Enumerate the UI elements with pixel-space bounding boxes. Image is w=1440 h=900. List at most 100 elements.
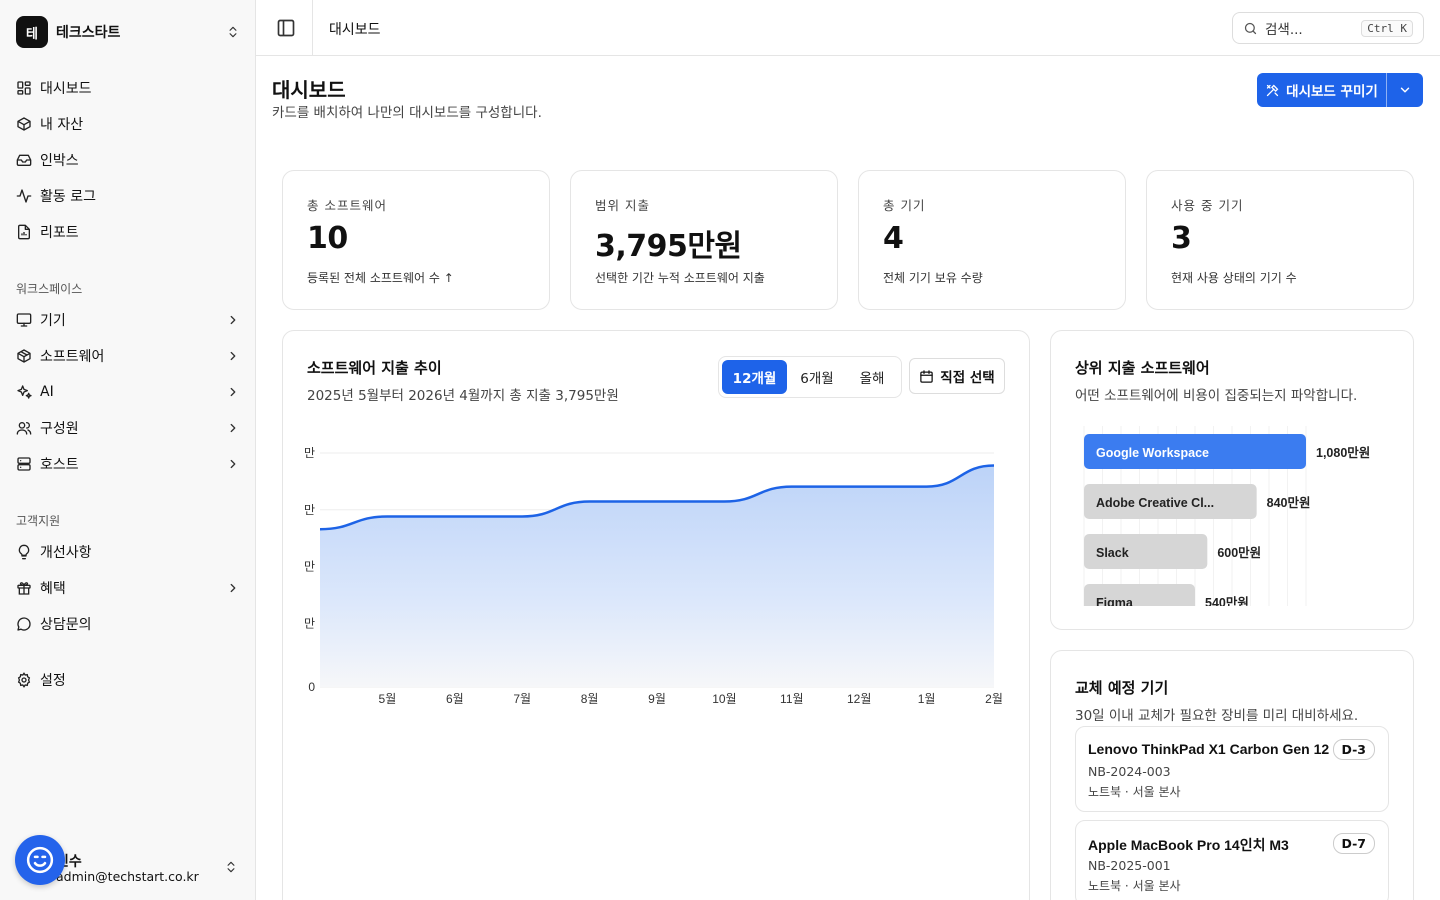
support-chat-button[interactable] — [15, 835, 65, 885]
server-icon — [17, 457, 31, 471]
topbar: 대시보드 검색... Ctrl K — [256, 0, 1440, 56]
stat-card-total-devices: 총 기기 4 전체 기기 보유 수량 — [858, 170, 1126, 310]
nav-item-label: 리포트 — [40, 225, 79, 241]
dday-badge: D-3 — [1332, 739, 1375, 760]
chevron-right-icon — [230, 387, 236, 397]
customize-dashboard-button-group: 대시보드 꾸미기 — [1257, 73, 1423, 107]
nav-item-hosts[interactable]: 호스트 — [8, 448, 248, 480]
x-tick-label: 5월 — [379, 692, 397, 706]
y-tick-label: 만 — [304, 503, 315, 517]
bar-value-label: 600만원 — [1217, 545, 1261, 560]
chevron-down-icon — [1400, 87, 1410, 93]
nav-item-label: 설정 — [40, 673, 66, 689]
stat-desc: 전체 기기 보유 수량 — [883, 271, 983, 285]
nav-item-benefits[interactable]: 혜택 — [8, 572, 248, 604]
nav-item-label: 호스트 — [40, 457, 79, 473]
bar-value-label: 1,080만원 — [1316, 445, 1370, 460]
search-placeholder: 검색... — [1265, 22, 1303, 38]
stat-value: 3 — [1171, 221, 1192, 256]
nav-item-consultation[interactable]: 상담문의 — [8, 608, 248, 640]
device-card[interactable]: Apple MacBook Pro 14인치 M3 NB-2025-001 노트… — [1075, 820, 1389, 900]
stat-card-range-spend: 범위 지출 3,795만원 선택한 기간 누적 소프트웨어 지출 — [570, 170, 838, 310]
customize-dashboard-button[interactable]: 대시보드 꾸미기 — [1257, 73, 1387, 107]
bars: Google Workspace 1,080만원 Adobe Creative Cl… — [1083, 426, 1370, 610]
breadcrumb: 대시보드 — [329, 22, 381, 38]
lightbulb-icon — [18, 544, 30, 560]
nav-item-ai[interactable]: AI — [8, 376, 248, 408]
x-tick-label: 1월 — [918, 692, 936, 706]
stat-card-active-devices: 사용 중 기기 3 현재 사용 상태의 기기 수 — [1146, 170, 1414, 310]
org-logo: 테 — [16, 16, 48, 48]
nav-item-members[interactable]: 구성원 — [8, 412, 248, 444]
spend-trend-panel: 소프트웨어 지출 추이 2025년 5월부터 2026년 4월까지 총 지출 3… — [282, 330, 1030, 900]
nav-item-devices[interactable]: 기기 — [8, 304, 248, 336]
device-code: NB-2024-003 — [1088, 764, 1171, 779]
nav-item-report[interactable]: 리포트 — [8, 216, 248, 248]
customize-label: 대시보드 꾸미기 — [1286, 84, 1378, 100]
report-icon — [18, 224, 30, 240]
stat-label: 총 소프트웨어 — [307, 198, 387, 213]
org-name: 테크스타트 — [56, 25, 121, 41]
sidebar-toggle-icon[interactable] — [276, 18, 296, 38]
panel-subtitle: 30일 이내 교체가 필요한 장비를 미리 대비하세요. — [1075, 708, 1359, 724]
nav-item-inbox[interactable]: 인박스 — [8, 144, 248, 176]
nav-item-label: 내 자산 — [40, 117, 84, 133]
nav-item-label: 구성원 — [40, 421, 79, 437]
nav-item-label: 대시보드 — [40, 81, 92, 97]
nav-item-label: 상담문의 — [40, 617, 92, 633]
nav-item-label: 기기 — [40, 313, 66, 329]
sidebar: 테 테크스타트 대시보드 내 자산 인박스 활동 로그 리포트 워크스페이스 기… — [0, 0, 256, 900]
device-meta: 노트북 · 서울 본사 — [1088, 785, 1181, 799]
chevrons-up-down-icon — [229, 26, 237, 38]
device-meta: 노트북 · 서울 본사 — [1088, 879, 1181, 893]
smile-icon — [26, 846, 54, 874]
nav-item-software[interactable]: 소프트웨어 — [8, 340, 248, 372]
activity-icon — [16, 189, 32, 203]
device-card[interactable]: Lenovo ThinkPad X1 Carbon Gen 12 NB-2024… — [1075, 726, 1389, 812]
chevron-right-icon — [230, 583, 236, 593]
stat-label: 범위 지출 — [595, 198, 650, 213]
nav-item-my-assets[interactable]: 내 자산 — [8, 108, 248, 140]
bar-label: Google Workspace — [1096, 446, 1209, 460]
x-tick-label: 9월 — [648, 692, 666, 706]
device-name: Lenovo ThinkPad X1 Carbon Gen 12 — [1088, 741, 1330, 757]
stat-value: 3,795만원 — [595, 229, 742, 264]
y-tick-label: 만 — [304, 560, 315, 574]
tools-icon — [1267, 84, 1279, 96]
nav-item-activity-log[interactable]: 활동 로그 — [8, 180, 248, 212]
y-tick-label: 만 — [304, 446, 315, 460]
monitor-icon — [16, 313, 32, 327]
x-tick-label: 12월 — [847, 692, 871, 706]
panel-title: 교체 예정 기기 — [1075, 679, 1169, 697]
x-tick-label: 10월 — [712, 692, 736, 706]
nav-item-dashboard[interactable]: 대시보드 — [8, 72, 248, 104]
bar-label: Adobe Creative Cl... — [1096, 496, 1214, 510]
replacement-devices-panel: 교체 예정 기기 30일 이내 교체가 필요한 장비를 미리 대비하세요. Le… — [1050, 650, 1414, 900]
page-title: 대시보드 — [272, 78, 346, 102]
nav-item-improvements[interactable]: 개선사항 — [8, 536, 248, 568]
gear-icon — [17, 672, 31, 688]
search-input[interactable]: 검색... Ctrl K — [1232, 12, 1424, 44]
inbox-icon — [16, 154, 32, 166]
box-icon — [17, 117, 31, 131]
stat-card-total-software: 총 소프트웨어 10 등록된 전체 소프트웨어 수 ↑ — [282, 170, 550, 310]
nav-item-label: AI — [40, 384, 54, 400]
org-switcher[interactable]: 테 테크스타트 — [16, 16, 240, 48]
chevron-right-icon — [230, 315, 236, 325]
y-tick-label: 0 — [308, 680, 315, 694]
bar-value-label: 540만원 — [1205, 595, 1249, 610]
nav-item-settings[interactable]: 설정 — [8, 664, 248, 696]
stat-desc: 등록된 전체 소프트웨어 수 ↑ — [307, 271, 454, 285]
chat-icon — [17, 617, 31, 631]
customize-dropdown-button[interactable] — [1387, 73, 1423, 107]
stat-desc: 선택한 기간 누적 소프트웨어 지출 — [595, 271, 765, 285]
x-tick-label: 8월 — [581, 692, 599, 706]
stat-label: 사용 중 기기 — [1171, 198, 1244, 213]
users-icon — [16, 422, 32, 435]
x-tick-label: 6월 — [446, 692, 464, 706]
chevrons-up-down-icon — [227, 861, 235, 873]
page-subtitle: 카드를 배치하여 나만의 대시보드를 구성합니다. — [272, 105, 542, 121]
x-tick-label: 2월 — [985, 692, 1003, 706]
nav-item-label: 혜택 — [40, 581, 66, 597]
x-tick-label: 7월 — [513, 692, 531, 706]
